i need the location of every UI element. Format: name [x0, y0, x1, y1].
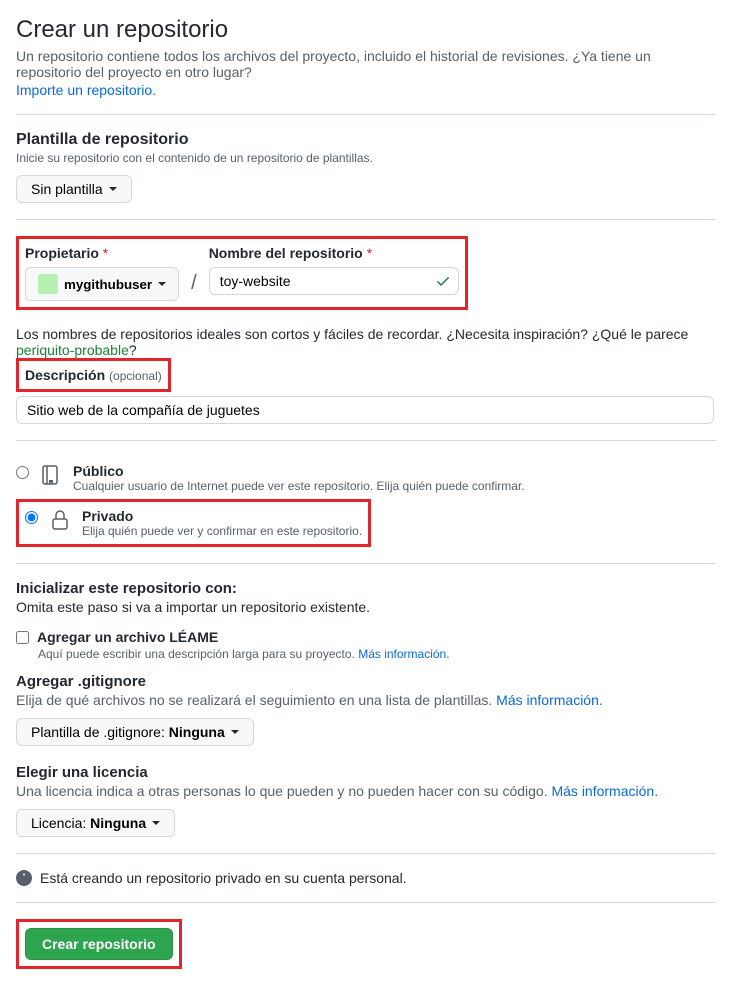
- license-title: Elegir una licencia: [16, 764, 716, 781]
- license-desc: Una licencia indica a otras personas lo …: [16, 783, 716, 799]
- chevron-down-icon: [152, 821, 160, 825]
- readme-more-link[interactable]: Más información.: [358, 647, 449, 661]
- readme-desc: Aquí puede escribir una descripción larg…: [38, 647, 716, 661]
- lock-icon: [48, 508, 72, 532]
- gitignore-more-link[interactable]: Más información.: [496, 692, 603, 708]
- description-label: Descripción: [25, 367, 105, 383]
- divider: [16, 440, 716, 441]
- template-select-label: Sin plantilla: [31, 181, 103, 197]
- template-section-desc: Inicie su repositorio con el contenido d…: [16, 151, 716, 165]
- repo-name-label: Nombre del repositorio: [209, 245, 363, 261]
- chevron-down-icon: [109, 187, 117, 191]
- divider: [16, 219, 716, 220]
- license-select[interactable]: Licencia: Ninguna: [16, 809, 175, 837]
- highlight-owner-name: Propietario * mygithubuser / Nombre del …: [16, 236, 468, 310]
- slash-separator: /: [189, 272, 199, 301]
- license-select-label: Licencia: Ninguna: [31, 815, 146, 831]
- chevron-down-icon: [158, 282, 166, 286]
- page-subtitle: Un repositorio contiene todos los archiv…: [16, 48, 716, 80]
- divider: [16, 853, 716, 854]
- suggestion-link[interactable]: periquito-probable: [16, 342, 129, 358]
- description-input[interactable]: [16, 396, 714, 424]
- readme-label: Agregar un archivo LÉAME: [37, 629, 218, 645]
- owner-label: Propietario: [25, 245, 99, 261]
- divider: [16, 563, 716, 564]
- repo-name-input[interactable]: [209, 267, 459, 295]
- required-asterisk: *: [367, 245, 372, 261]
- page-title: Crear un repositorio: [16, 16, 716, 44]
- repo-name-hint: Los nombres de repositorios ideales son …: [16, 326, 716, 358]
- license-more-link[interactable]: Más información.: [551, 783, 658, 799]
- highlight-submit: Crear repositorio: [16, 919, 182, 969]
- avatar-icon: [38, 274, 58, 294]
- readme-checkbox[interactable]: [16, 631, 29, 644]
- initialize-desc: Omita este paso si va a importar un repo…: [16, 599, 716, 615]
- highlight-description: Descripción (opcional): [16, 358, 171, 392]
- visibility-public-radio[interactable]: [16, 466, 29, 479]
- repo-icon: [39, 463, 63, 487]
- visibility-public-row[interactable]: Público Cualquier usuario de Internet pu…: [16, 457, 716, 499]
- gitignore-select[interactable]: Plantilla de .gitignore: Ninguna: [16, 718, 254, 746]
- divider: [16, 114, 716, 115]
- description-optional: (opcional): [109, 369, 162, 383]
- template-select[interactable]: Sin plantilla: [16, 175, 132, 203]
- initialize-title: Inicializar este repositorio con:: [16, 580, 716, 597]
- chevron-down-icon: [231, 730, 239, 734]
- visibility-public-label: Público: [73, 463, 525, 479]
- create-repo-button[interactable]: Crear repositorio: [25, 928, 173, 960]
- gitignore-desc: Elija de qué archivos no se realizará el…: [16, 692, 716, 708]
- gitignore-title: Agregar .gitignore: [16, 673, 716, 690]
- visibility-private-radio[interactable]: [25, 511, 38, 524]
- highlight-private: Privado Elija quién puede ver y confirma…: [16, 499, 371, 547]
- visibility-private-row[interactable]: Privado Elija quién puede ver y confirma…: [25, 508, 362, 538]
- template-section-title: Plantilla de repositorio: [16, 131, 716, 149]
- import-repo-link[interactable]: Importe un repositorio.: [16, 82, 156, 98]
- gitignore-select-label: Plantilla de .gitignore: Ninguna: [31, 724, 225, 740]
- info-banner: Está creando un repositorio privado en s…: [16, 870, 716, 886]
- visibility-private-label: Privado: [82, 508, 362, 524]
- check-icon: [435, 273, 451, 289]
- owner-select[interactable]: mygithubuser: [25, 267, 179, 301]
- visibility-public-desc: Cualquier usuario de Internet puede ver …: [73, 479, 525, 493]
- visibility-private-desc: Elija quién puede ver y confirmar en est…: [82, 524, 362, 538]
- required-asterisk: *: [103, 245, 108, 261]
- divider: [16, 902, 716, 903]
- info-icon: [16, 870, 32, 886]
- owner-value: mygithubuser: [64, 277, 152, 292]
